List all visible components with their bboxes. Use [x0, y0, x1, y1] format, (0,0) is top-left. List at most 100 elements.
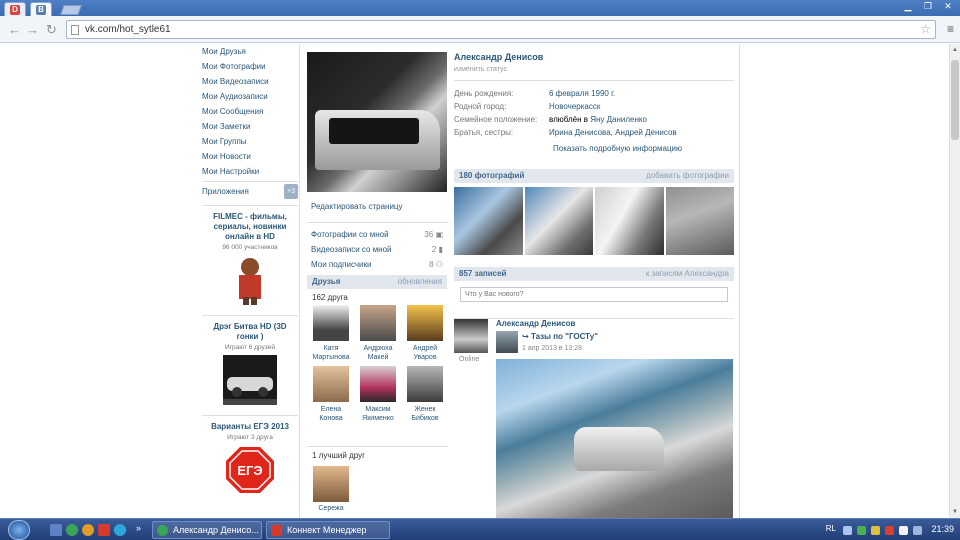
- new-post-input[interactable]: Что у Вас нового?: [460, 287, 728, 302]
- wall-header[interactable]: 857 записей к записям Александра: [454, 267, 734, 281]
- task-connect-manager[interactable]: Коннект Менеджер: [266, 521, 390, 539]
- minimize-icon[interactable]: ▁: [902, 1, 914, 12]
- wall-count[interactable]: 857 записей: [459, 267, 506, 281]
- info-value[interactable]: Новочеркасск: [549, 100, 600, 113]
- menu-item-audio[interactable]: Мои Аудиозаписи: [202, 89, 298, 104]
- show-more-info-link[interactable]: Показать подробную информацию: [553, 144, 703, 153]
- friend-photo[interactable]: [313, 366, 349, 402]
- friend-photo[interactable]: [360, 366, 396, 402]
- to-alexander-posts-link[interactable]: к записям Александра: [646, 267, 729, 281]
- friend-card[interactable]: Андрюха Макей: [355, 305, 401, 362]
- browser-tab-2[interactable]: B: [30, 2, 52, 16]
- friend-card[interactable]: Женек Бибиков: [402, 366, 448, 423]
- friend-photo[interactable]: [407, 366, 443, 402]
- new-tab-button[interactable]: [60, 5, 82, 15]
- photos-count[interactable]: 180 фотографий: [459, 169, 524, 183]
- restore-icon[interactable]: ❐: [922, 1, 934, 12]
- counter-photos[interactable]: Фотографии со мной 36 ▣: [311, 227, 443, 242]
- friends-updates-link[interactable]: обновления: [398, 275, 442, 289]
- info-value[interactable]: влюблён в Яну Даниленко: [549, 113, 647, 126]
- menu-item-friends[interactable]: Мои Друзья: [202, 44, 298, 59]
- language-indicator[interactable]: RL: [826, 524, 836, 533]
- friends-header[interactable]: Друзья обновления: [307, 275, 447, 289]
- forward-icon[interactable]: →: [26, 22, 39, 37]
- repost-group-avatar[interactable]: [496, 331, 518, 353]
- browser-menu-icon[interactable]: ≡: [947, 22, 954, 36]
- post-author-name[interactable]: Александр Денисов: [496, 319, 575, 328]
- ad-image[interactable]: ЕГЭ: [223, 445, 277, 495]
- edit-page-link[interactable]: Редактировать страницу: [307, 202, 447, 211]
- start-button[interactable]: [8, 520, 30, 540]
- tray-app-icon[interactable]: [885, 526, 894, 535]
- menu-item-news[interactable]: Мои Новости: [202, 149, 298, 164]
- repost-group-name[interactable]: ↪ Тазы по "ГОСТу": [522, 332, 598, 341]
- photo-thumb[interactable]: [524, 187, 593, 255]
- friends-title[interactable]: Друзья: [312, 275, 340, 289]
- back-icon[interactable]: ←: [8, 22, 21, 37]
- friend-photo[interactable]: [407, 305, 443, 341]
- post-image[interactable]: [496, 359, 733, 519]
- ad-image[interactable]: [223, 255, 277, 305]
- bookmark-star-icon[interactable]: ☆: [920, 22, 931, 36]
- scroll-down-icon[interactable]: ▼: [952, 509, 958, 515]
- tray-app-icon[interactable]: [871, 526, 880, 535]
- photos-header[interactable]: 180 фотографий добавить фотографии: [454, 169, 734, 183]
- taskbar-clock[interactable]: 21:39: [931, 524, 954, 534]
- menu-item-messages[interactable]: Мои Сообщения: [202, 104, 298, 119]
- best-friend-name[interactable]: Сережа: [307, 505, 355, 512]
- menu-item-photos[interactable]: Мои Фотографии: [202, 59, 298, 74]
- friend-photo[interactable]: [360, 305, 396, 341]
- friend-card[interactable]: Катя Мартынова: [308, 305, 354, 362]
- counter-videos[interactable]: Видеозаписи со мной 2 ▮: [311, 242, 443, 257]
- counter-followers[interactable]: Мои подписчики 8 ⚇: [311, 257, 443, 272]
- quicklaunch-chrome-icon[interactable]: [66, 524, 78, 536]
- menu-item-apps[interactable]: Приложения +3: [202, 181, 298, 199]
- change-status-link[interactable]: изменить статус: [454, 66, 734, 73]
- quicklaunch-connect-icon[interactable]: [98, 524, 110, 536]
- taskbar-arrow-icon[interactable]: »: [136, 523, 141, 533]
- friend-card[interactable]: Елена Конова: [308, 366, 354, 423]
- scrollbar[interactable]: ▲ ▼: [949, 44, 960, 518]
- tray-app-icon[interactable]: [857, 526, 866, 535]
- tray-network-icon[interactable]: [843, 526, 852, 535]
- menu-item-settings[interactable]: Мои Настройки: [202, 164, 298, 179]
- info-key: День рождения:: [454, 89, 514, 98]
- ad-title[interactable]: Варианты ЕГЭ 2013: [202, 422, 298, 432]
- info-value[interactable]: Ирина Денисова, Андрей Денисов: [549, 126, 677, 139]
- info-value[interactable]: 6 февраля 1990 г.: [549, 87, 615, 100]
- friend-photo[interactable]: [313, 305, 349, 341]
- friend-card[interactable]: Андрей Уваров: [402, 305, 448, 362]
- left-menu: Мои Друзья Мои Фотографии Мои Видеозапис…: [202, 44, 298, 497]
- ad-block-3[interactable]: Варианты ЕГЭ 2013 Играют 3 друга ЕГЭ: [202, 415, 298, 497]
- scrollbar-thumb[interactable]: [951, 60, 959, 140]
- tray-app-icon[interactable]: [899, 526, 908, 535]
- quicklaunch-skype-icon[interactable]: [114, 524, 126, 536]
- menu-item-videos[interactable]: Мои Видеозаписи: [202, 74, 298, 89]
- profile-avatar[interactable]: [307, 52, 447, 192]
- post-author-avatar[interactable]: [454, 319, 488, 353]
- ad-block-1[interactable]: FILMEC - фильмы, сериалы, новинки онлайн…: [202, 205, 298, 307]
- close-icon[interactable]: ✕: [942, 1, 954, 12]
- task-browser[interactable]: Александр Денисо...: [152, 521, 262, 539]
- ad-title[interactable]: Дрэг Битва HD (3D гонки ): [202, 322, 298, 342]
- photo-thumb[interactable]: [665, 187, 734, 255]
- best-friend-photo[interactable]: [313, 466, 349, 502]
- ad-block-2[interactable]: Дрэг Битва HD (3D гонки ) Играют 6 друзе…: [202, 315, 298, 407]
- chrome-icon: [157, 525, 168, 536]
- ad-image[interactable]: [223, 355, 277, 405]
- scroll-up-icon[interactable]: ▲: [952, 47, 958, 53]
- browser-tab-1[interactable]: D: [4, 2, 26, 16]
- quicklaunch-avast-icon[interactable]: [82, 524, 94, 536]
- add-photos-link[interactable]: добавить фотографии: [646, 169, 729, 183]
- friend-card[interactable]: Максим Якименко: [355, 366, 401, 423]
- photo-thumb[interactable]: [454, 187, 523, 255]
- reload-icon[interactable]: ↻: [46, 22, 57, 38]
- menu-item-groups[interactable]: Мои Группы: [202, 134, 298, 149]
- address-bar[interactable]: vk.com/hot_sytle61 ☆: [66, 20, 936, 39]
- post-date[interactable]: 1 апр 2013 в 13:28: [522, 345, 582, 352]
- photo-thumb[interactable]: [595, 187, 664, 255]
- quicklaunch-explorer-icon[interactable]: [50, 524, 62, 536]
- ad-title[interactable]: FILMEC - фильмы, сериалы, новинки онлайн…: [202, 212, 298, 242]
- tray-volume-icon[interactable]: [913, 526, 922, 535]
- menu-item-notes[interactable]: Мои Заметки: [202, 119, 298, 134]
